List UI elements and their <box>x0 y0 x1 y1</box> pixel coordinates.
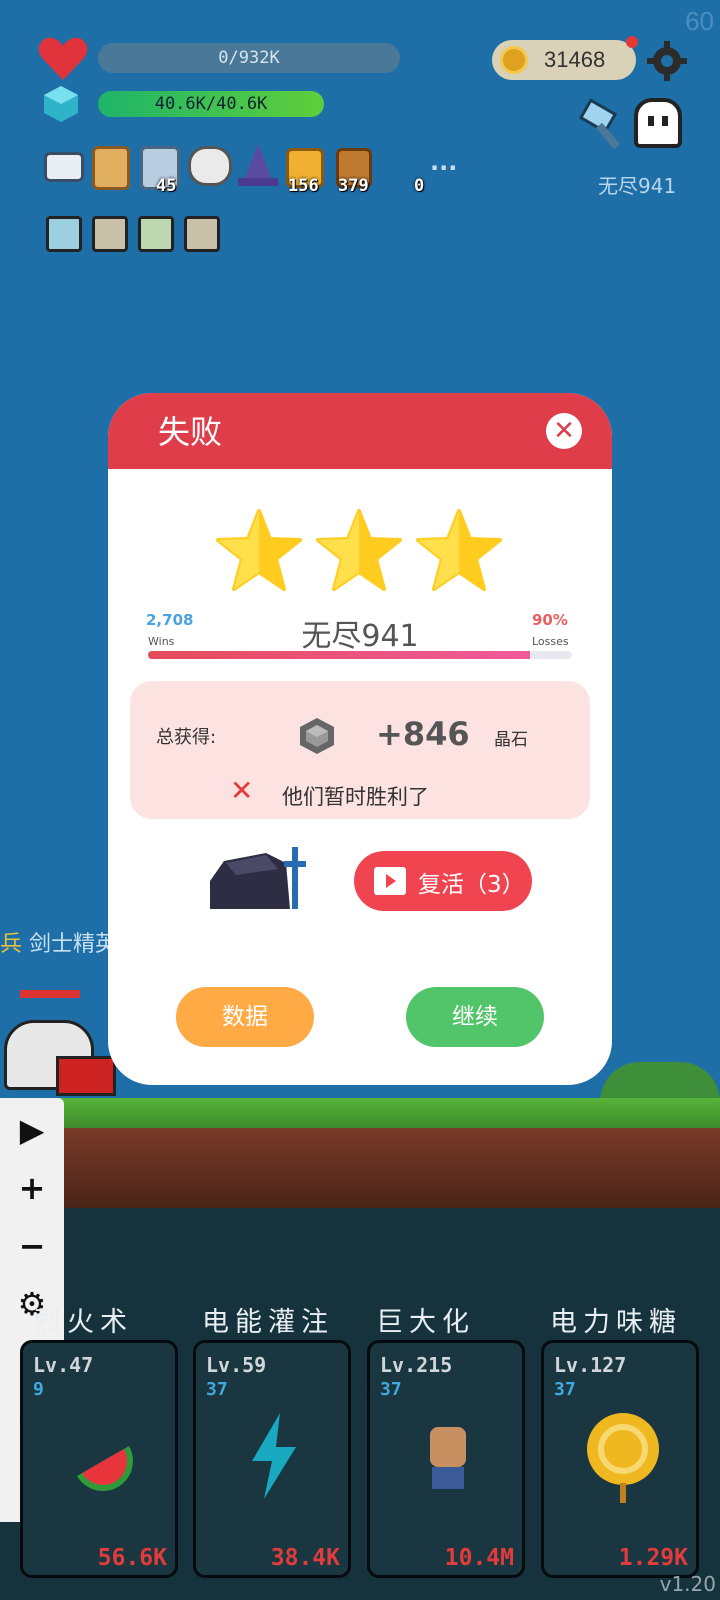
skill-value: 56.6K <box>97 1545 167 1571</box>
cross-icon: ✕ <box>230 774 254 807</box>
skill-level: Lv.127 <box>554 1353 627 1377</box>
enemy-label-prefix: 兵 <box>0 932 23 957</box>
skill-name: 电力味糖 <box>550 1307 682 1338</box>
video-ad-icon <box>374 867 406 895</box>
losses-label: Losses <box>532 635 569 648</box>
equip-slot[interactable] <box>92 216 128 252</box>
close-button[interactable]: ✕ <box>546 413 582 449</box>
skill-value: 38.4K <box>270 1545 340 1571</box>
enemy-sprite <box>56 1056 116 1096</box>
skill-name: 烈火术 <box>34 1307 133 1338</box>
enemy-label-name: 剑士精英 <box>29 932 118 957</box>
skill-name: 电能灌注 <box>202 1307 334 1338</box>
lollipop-icon <box>587 1413 659 1503</box>
hammer-icon[interactable] <box>576 98 630 152</box>
equip-slot[interactable] <box>138 216 174 252</box>
reward-amount: +846 <box>376 715 470 753</box>
plus-icon[interactable]: + <box>14 1170 50 1206</box>
stage-label: 无尽941 <box>598 174 677 198</box>
hp-bar: 0/932K <box>98 43 400 73</box>
reward-label: 总获得: <box>156 727 217 748</box>
skill-card[interactable]: Lv.47 9 56.6K <box>20 1340 178 1578</box>
skill-sub: 9 <box>33 1379 44 1400</box>
equip-slot[interactable] <box>46 216 82 252</box>
enemy-hp-bar <box>20 990 80 998</box>
item-count: 45 <box>156 176 177 196</box>
ghost-icon[interactable] <box>634 98 682 148</box>
skill-value: 1.29K <box>618 1545 688 1571</box>
skill-level: Lv.59 <box>206 1353 267 1377</box>
notification-dot <box>626 36 638 48</box>
skill-sub: 37 <box>554 1379 576 1400</box>
heart-icon <box>38 37 88 80</box>
losses-percent: 90% <box>532 611 568 629</box>
mana-bar: 40.6K/40.6K <box>98 91 324 117</box>
revive-button[interactable]: 复活（3） <box>354 851 532 911</box>
play-icon[interactable]: ▶ <box>14 1112 50 1148</box>
wizard-hat-icon[interactable] <box>236 144 280 190</box>
modal-title: 失败 <box>158 413 223 451</box>
lightning-icon <box>252 1413 296 1499</box>
fps-counter: 60 <box>685 6 714 36</box>
win-loss-bar-fill <box>148 651 530 659</box>
ground-grass <box>0 1098 720 1128</box>
result-modal: 失败 ✕ 2,708 Wins 无尽941 90% Losses 总获得: +8… <box>108 393 612 1085</box>
settings-gear-icon[interactable] <box>646 40 688 82</box>
skill-sub: 37 <box>206 1379 228 1400</box>
revive-label: 复活（3） <box>418 872 525 898</box>
skill-level: Lv.47 <box>33 1353 94 1377</box>
more-icon[interactable]: ... <box>430 148 457 176</box>
chat-bubble-icon[interactable] <box>188 146 232 186</box>
background-hills <box>600 1062 720 1102</box>
coin-icon <box>500 46 528 74</box>
id-card-icon[interactable] <box>44 152 84 182</box>
skill-card[interactable]: Lv.127 37 1.29K <box>541 1340 699 1578</box>
skill-level: Lv.215 <box>380 1353 453 1377</box>
crystal-icon <box>300 718 334 754</box>
skill-card[interactable]: Lv.215 37 10.4M <box>367 1340 525 1578</box>
star-icon <box>216 509 302 591</box>
item-count: 156 <box>288 176 319 196</box>
enemy-label: 兵 剑士精英 <box>0 926 117 958</box>
equip-slot[interactable] <box>184 216 220 252</box>
fist-icon <box>430 1427 466 1489</box>
data-button[interactable]: 数据 <box>176 987 314 1047</box>
item-count: 0 <box>414 176 425 196</box>
scroll-icon[interactable] <box>92 146 130 190</box>
watermelon-icon <box>77 1446 133 1491</box>
version-label: v1.20 <box>659 1572 716 1596</box>
star-icon <box>316 509 402 591</box>
defeat-message: 他们暂时胜利了 <box>282 785 429 809</box>
star-icon <box>416 509 502 591</box>
skill-name: 巨大化 <box>376 1307 475 1338</box>
reward-unit: 晶石 <box>494 730 528 750</box>
item-count: 379 <box>338 176 369 196</box>
skill-value: 10.4M <box>444 1545 514 1571</box>
win-loss-bar <box>148 651 572 659</box>
continue-button[interactable]: 继续 <box>406 987 544 1047</box>
minus-icon[interactable]: − <box>14 1228 50 1264</box>
skill-card[interactable]: Lv.59 37 38.4K <box>193 1340 351 1578</box>
reward-box: 总获得: +846 晶石 ✕ 他们暂时胜利了 <box>130 681 590 819</box>
boss-monster-sprite <box>210 847 306 909</box>
ground-dirt <box>0 1128 720 1208</box>
skill-sub: 37 <box>380 1379 402 1400</box>
mana-gem-icon <box>44 86 78 122</box>
